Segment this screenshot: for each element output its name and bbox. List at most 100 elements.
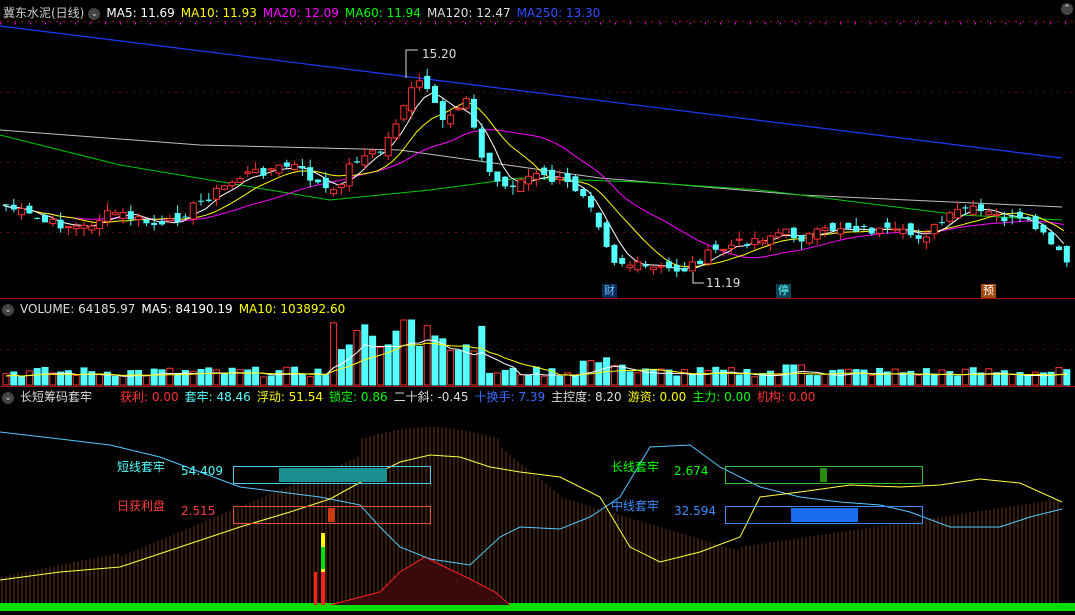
candle [572,174,579,193]
stock-name: 冀东水泥(日线) [3,6,85,20]
candle [821,224,829,238]
candle [3,204,9,212]
candle [198,193,204,206]
candle [790,226,797,243]
candle [42,212,48,223]
ma120-label: MA120: 12.47 [426,6,511,20]
ma120-line [0,129,1063,208]
candle [127,205,134,226]
candle [447,110,455,129]
volume-bar [938,369,946,386]
candle [252,161,260,174]
indicator-panel[interactable]: ⌄ 长短筹码套牢 获利: 0.00 套牢: 48.46 浮动: 51.54 锁定: 0.8… [0,387,1075,615]
volume-bar [283,366,291,386]
candle [174,205,181,227]
candle [454,104,462,111]
indicator-header: ⌄ 长短筹码套牢 获利: 0.00 套牢: 48.46 浮动: 51.54 锁定: 0.8… [0,388,821,404]
volume-bar [314,368,322,386]
floating-label: 浮动: 51.54 [256,390,324,404]
slope20-label: 二十斜: -0.45 [393,390,469,404]
collapse-circle-icon[interactable]: ⌄ [88,7,101,20]
volume-bar [868,375,876,386]
mid-trapped-label: 中线套牢 [611,499,660,513]
volume-bar [142,374,150,386]
volume-bar [509,367,517,386]
volume-bar [657,368,665,386]
volume-bar [150,368,158,386]
volume-bar [922,368,930,386]
candle [330,187,338,197]
short-trapped-value: 54.409 [181,464,223,478]
candle [64,225,72,235]
candle [471,94,477,130]
volume-bar [876,367,884,386]
volume-bar [291,366,299,386]
volume-bar [306,375,314,386]
candle [510,180,516,195]
volume-bar [181,369,189,386]
event-mark-halt[interactable]: 停 [776,284,791,298]
candle [766,234,774,251]
candle [291,160,299,172]
candle [1032,213,1039,231]
volume-bar [517,374,525,386]
volume-bar [447,349,455,386]
event-mark-forecast[interactable]: 预 [981,284,996,298]
candle [954,201,962,219]
trapped-label: 套牢: 48.46 [184,390,251,404]
signal-bar [321,572,325,605]
volume-bar [361,324,369,386]
candle [666,257,672,272]
candle [798,235,805,250]
candle [907,222,914,238]
candle [96,214,104,236]
candle [267,167,275,176]
candle [307,159,314,188]
candle [1063,245,1070,268]
candle [774,228,782,240]
mid-trapped-box [725,506,923,524]
candle [595,212,602,231]
candle [478,123,485,162]
candle [603,221,610,249]
volume-bar [259,376,267,386]
candle [392,119,400,141]
low-price-label: 11.19 [706,276,740,290]
candle [424,68,431,92]
high-pointer [405,49,418,78]
volume-bar [961,368,969,386]
candle [354,156,360,164]
collapse-circle-icon[interactable]: ⌄ [2,303,14,316]
volume-bar [805,374,813,386]
volume-panel[interactable]: ⌄ VOLUME: 64185.97 MA5: 84190.19 MA10: 1038… [0,299,1075,386]
volume-bar [993,372,1001,386]
collapse-circle-icon[interactable]: ⌄ [2,391,14,404]
signal-bar [321,547,325,569]
volume-bar [571,375,579,386]
candle [10,198,17,213]
event-mark-finance[interactable]: 财 [602,284,617,298]
long-trapped-fill [820,468,827,482]
candlestick-chart[interactable]: 15.20 11.19 [0,0,1075,298]
volume-bar [213,369,221,386]
candle [439,98,446,128]
volume-bar [220,372,228,386]
volume-bar [1024,374,1032,386]
vol-ma5-label: MA5: 84190.19 [141,302,233,316]
candle [588,191,594,212]
volume-bar [525,375,533,386]
volume-bar [790,364,798,386]
ma10-line [2,102,1065,267]
candle [337,183,345,195]
corner-circle-icon[interactable]: ⌃ [1061,3,1073,15]
volume-bar [696,367,704,386]
volume-bar [454,349,462,386]
volume-bar [33,368,41,386]
ma20-line [2,129,1064,259]
candle [805,231,813,245]
price-panel[interactable]: 15.20 11.19 冀东水泥(日线) ⌄ MA5: 11.69 MA10: 11.9… [0,0,1075,298]
short-trapped-fill [279,468,387,482]
candle [1017,208,1023,223]
vol-ma10-label: MA10: 103892.60 [238,302,346,316]
low-pointer [692,272,704,284]
